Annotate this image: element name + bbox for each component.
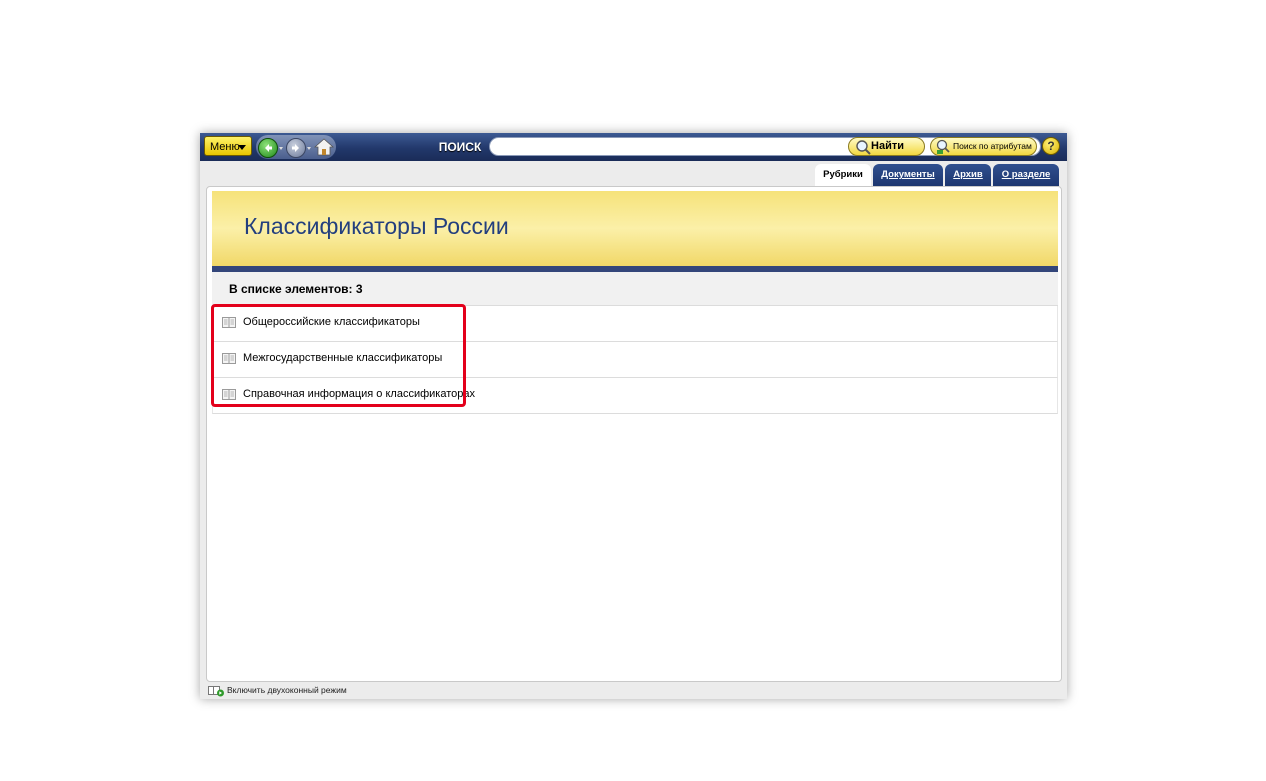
page-title: Классификаторы России — [244, 213, 509, 239]
attribute-search-label: Поиск по атрибутам — [953, 141, 1032, 151]
list-item-label: Справочная информация о классификаторах — [243, 388, 475, 400]
tab-documents[interactable]: Документы — [873, 164, 943, 186]
magnifier-icon — [856, 140, 871, 155]
help-button[interactable]: ? — [1042, 137, 1060, 155]
list-item-label: Межгосударственные классификаторы — [243, 352, 443, 364]
book-icon — [222, 353, 236, 364]
list-item[interactable]: Общероссийские классификаторы — [212, 306, 1058, 342]
book-icon — [222, 389, 236, 400]
app-window: Меню ПОИСК Найти Поиск по атрибутам ? Ру… — [200, 133, 1067, 699]
arrow-left-icon — [265, 144, 272, 152]
forward-history-icon[interactable] — [307, 147, 311, 150]
dual-window-icon[interactable] — [208, 685, 225, 697]
dual-window-toggle[interactable]: Включить двухоконный режим — [227, 685, 347, 695]
forward-button[interactable] — [286, 138, 306, 158]
menu-button[interactable]: Меню — [204, 136, 252, 156]
find-button-label: Найти — [871, 140, 904, 152]
tab-about[interactable]: О разделе — [993, 164, 1059, 186]
arrow-right-icon — [292, 144, 299, 152]
home-icon[interactable] — [314, 138, 334, 156]
find-button[interactable]: Найти — [848, 137, 925, 156]
toolbar: Меню ПОИСК Найти Поиск по атрибутам ? — [200, 133, 1067, 161]
attribute-search-button[interactable]: Поиск по атрибутам — [930, 137, 1037, 156]
status-bar: Включить двухоконный режим — [200, 683, 1067, 699]
back-history-icon[interactable] — [279, 147, 283, 150]
classifier-list: Общероссийские классификаторы Межгосудар… — [212, 306, 1058, 414]
list-count: В списке элементов: 3 — [229, 282, 363, 296]
attribute-search-icon — [936, 139, 950, 154]
navigation-group — [256, 135, 336, 159]
page-banner: Классификаторы России — [212, 191, 1058, 266]
content-panel: Классификаторы России В списке элементов… — [206, 186, 1062, 682]
chevron-down-icon — [238, 145, 246, 150]
tab-archive[interactable]: Архив — [945, 164, 991, 186]
book-icon — [222, 317, 236, 328]
search-label: ПОИСК — [438, 140, 482, 154]
list-item[interactable]: Справочная информация о классификаторах — [212, 378, 1058, 414]
list-item[interactable]: Межгосударственные классификаторы — [212, 342, 1058, 378]
back-button[interactable] — [258, 138, 278, 158]
tab-rubrics[interactable]: Рубрики — [815, 164, 871, 186]
list-item-label: Общероссийские классификаторы — [243, 316, 420, 328]
list-header: В списке элементов: 3 — [212, 272, 1058, 306]
menu-button-label: Меню — [210, 141, 240, 153]
